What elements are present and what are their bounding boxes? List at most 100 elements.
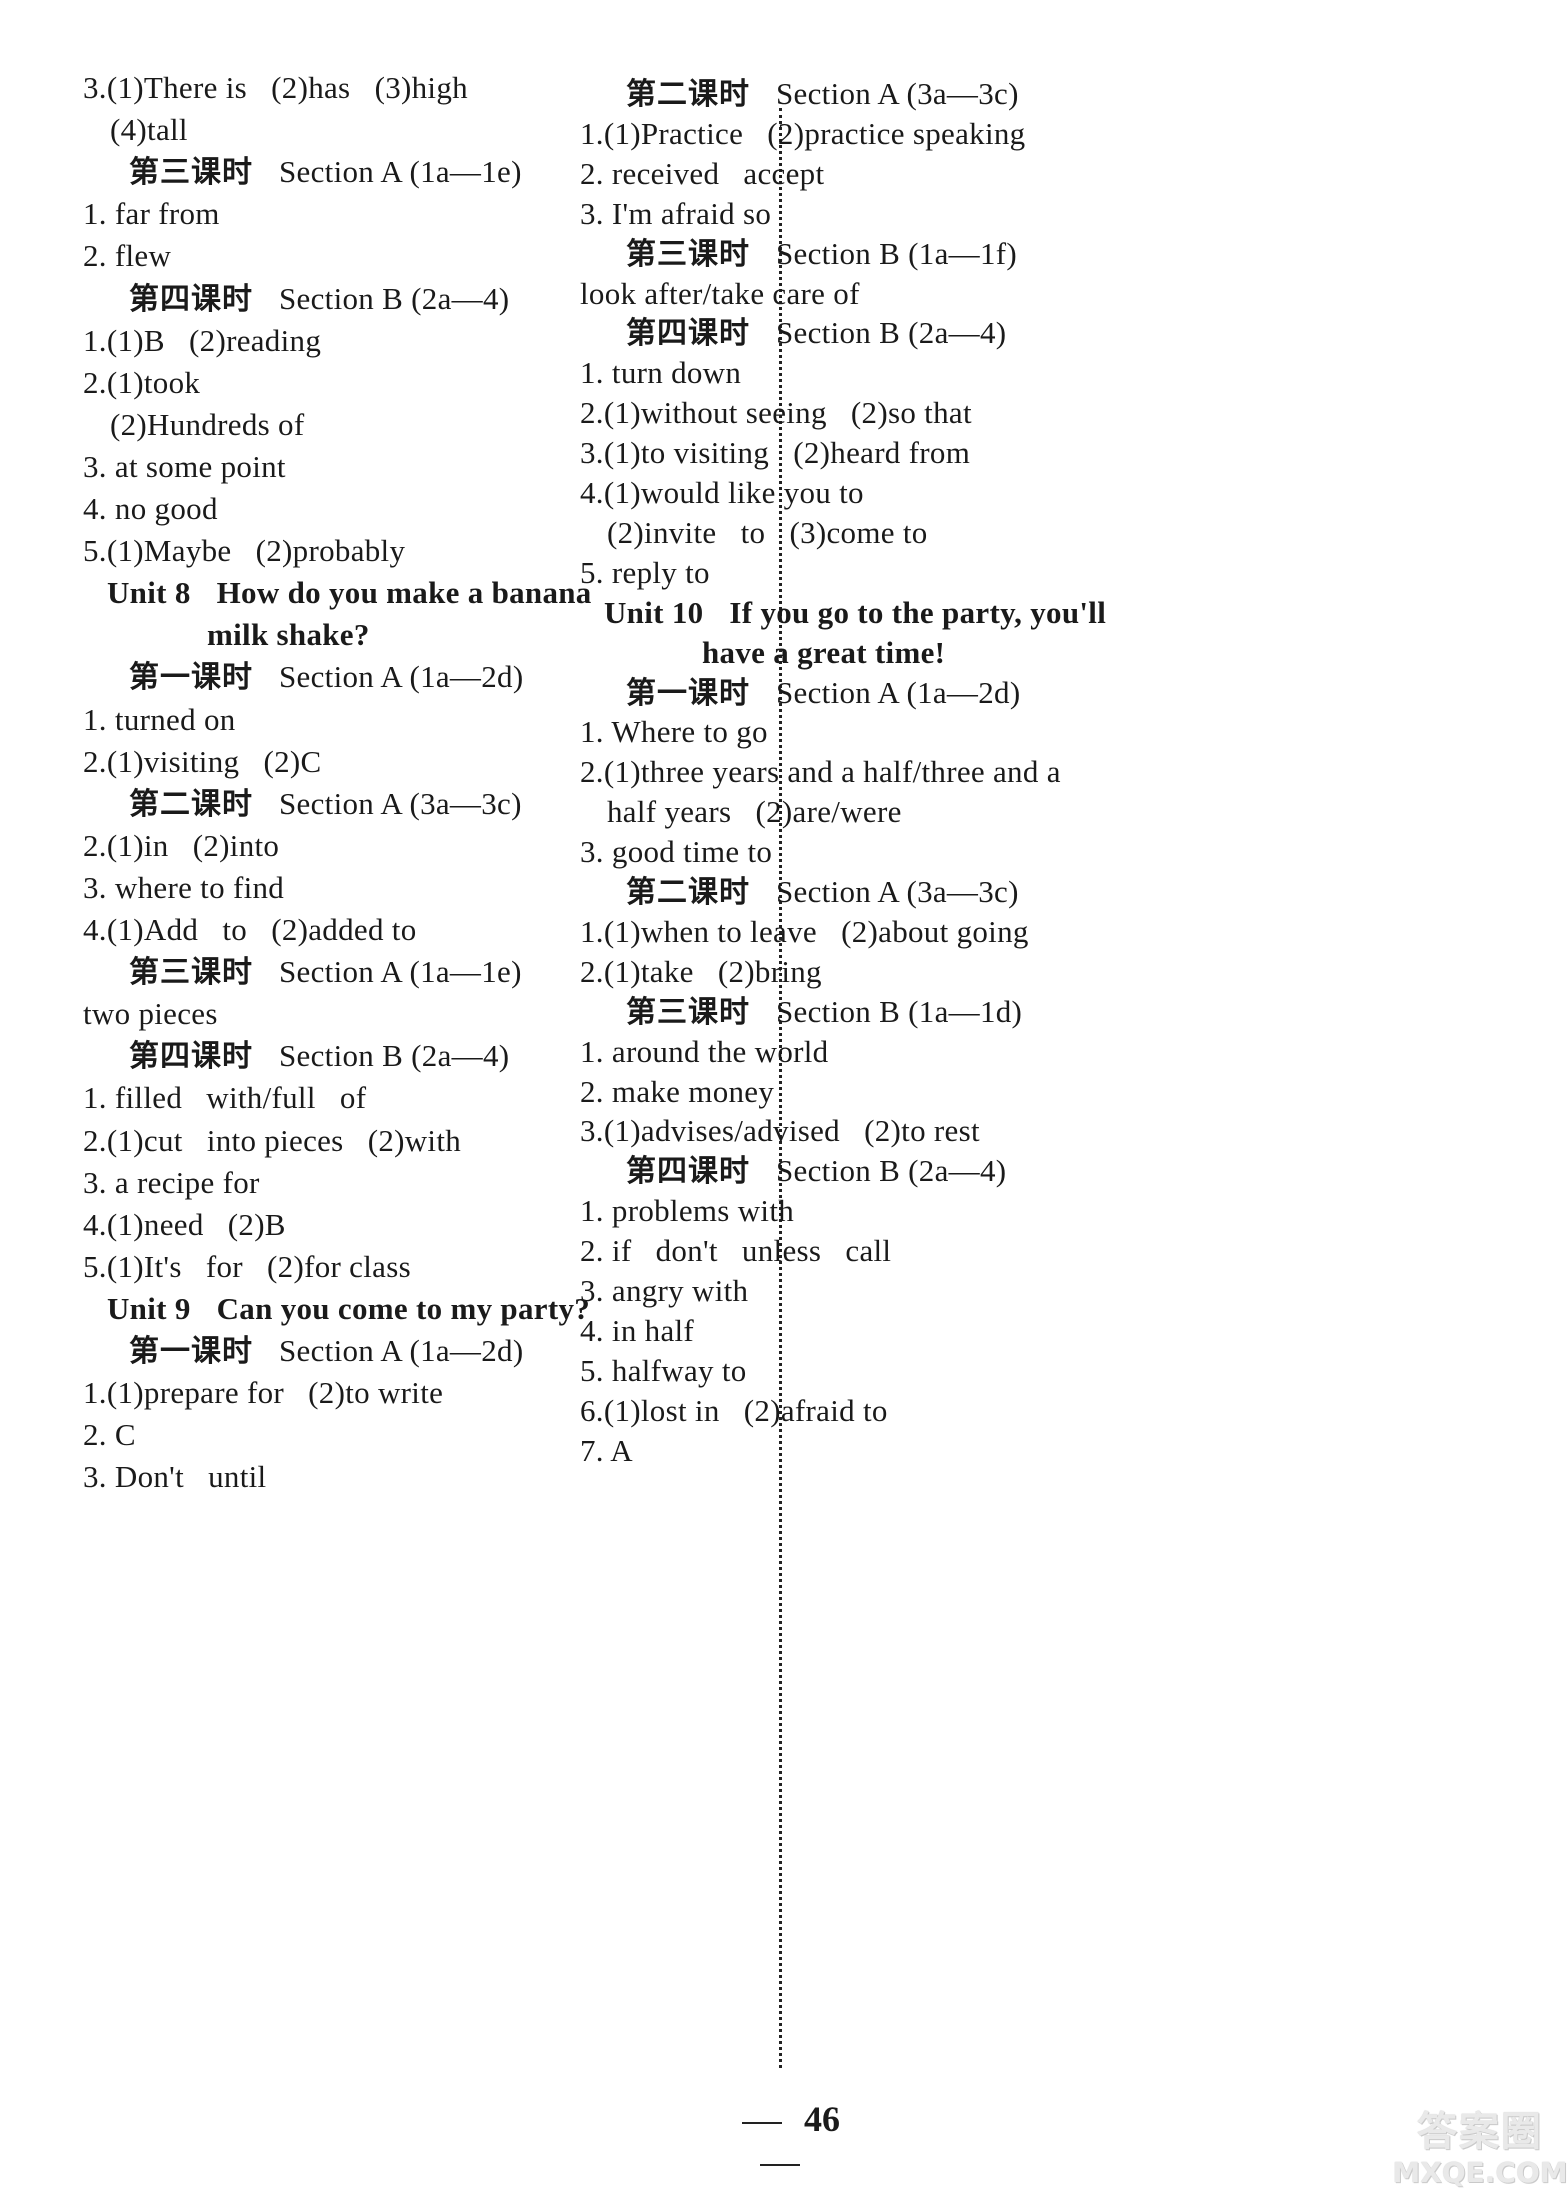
unit-number: Unit 8	[107, 575, 191, 611]
answer-item: 3. I'm afraid so	[580, 195, 772, 231]
lesson-number: 第四课时	[129, 1039, 253, 1075]
answer-item: 3. Don't until	[83, 1459, 267, 1495]
answer-item: 3. good time to	[580, 834, 773, 870]
answer-item: 2.(1)cut into pieces (2)with	[83, 1122, 462, 1158]
lesson-number: 第一课时	[626, 675, 750, 711]
answer-item: 5. reply to	[580, 554, 710, 590]
unit-number: Unit 10	[604, 594, 704, 630]
lesson-section: Section A (3a—3c)	[776, 874, 1019, 909]
unit-heading: Unit 9 Can you come to my party?	[107, 1291, 590, 1327]
lesson-number: 第二课时	[626, 875, 750, 910]
unit-title: How do you make a banana	[216, 575, 592, 611]
lesson-heading: 第四课时 Section B (2a—4)	[626, 1153, 1006, 1190]
unit-title-continuation: have a great time!	[702, 634, 946, 670]
answer-item: 2.(1)in (2)into	[83, 827, 280, 863]
answer-item: 6.(1)lost in (2)afraid to	[580, 1392, 888, 1428]
answer-item: 1.(1)B (2)reading	[83, 322, 322, 358]
answer-item: 1. turn down	[580, 355, 742, 391]
lesson-section: Section B (2a—4)	[776, 1153, 1007, 1189]
answer-item-continuation: (2)Hundreds of	[110, 406, 305, 442]
watermark: 答案圈 MXQE.COM	[1392, 2108, 1568, 2208]
answer-item: 4.(1)Add to (2)added to	[83, 912, 417, 947]
answer-item: 2.(1)visiting (2)C	[83, 743, 322, 779]
answer-item: 1.(1)Practice (2)practice speaking	[580, 115, 1026, 151]
lesson-number: 第三课时	[129, 955, 253, 991]
answer-item-continuation: half years (2)are/were	[607, 794, 902, 830]
answer-item: 2.(1)three years and a half/three and a	[580, 754, 1061, 790]
answer-item: 1. far from	[83, 196, 220, 232]
lesson-section: Section B (2a—4)	[279, 1038, 510, 1074]
lesson-number: 第三课时	[129, 155, 253, 191]
answer-item: 5.(1)It's for (2)for class	[83, 1248, 411, 1284]
answer-item: 7. A	[580, 1432, 633, 1468]
answer-item: 3.(1)to visiting (2)heard from	[580, 435, 971, 471]
answer-item: 2. received accept	[580, 155, 825, 191]
lesson-section: Section A (3a—3c)	[279, 785, 522, 821]
lesson-section: Section B (2a—4)	[279, 280, 510, 316]
lesson-heading: 第四课时 Section B (2a—4)	[129, 1038, 509, 1075]
answer-item: 2. make money	[580, 1073, 775, 1109]
answer-item: 2. C	[83, 1417, 136, 1453]
lesson-heading: 第三课时 Section A (1a—1e)	[129, 954, 522, 991]
answer-item: 1.(1)prepare for (2)to write	[83, 1375, 444, 1411]
lesson-heading: 第三课时 Section A (1a—1e)	[129, 154, 522, 191]
lesson-number: 第二课时	[129, 786, 253, 822]
lesson-heading: 第二课时 Section A (3a—3c)	[626, 76, 1019, 113]
answer-item-continuation: (4)tall	[110, 112, 188, 148]
lesson-heading: 第四课时 Section B (2a—4)	[626, 315, 1006, 352]
unit-title: Can you come to my party?	[216, 1290, 591, 1326]
lesson-heading: 第三课时 Section B (1a—1d)	[626, 994, 1022, 1031]
lesson-heading: 第二课时 Section A (3a—3c)	[129, 786, 522, 823]
answer-item: 3.(1)advises/advised (2)to rest	[580, 1113, 980, 1149]
page-number-dash-right	[760, 2163, 800, 2166]
answer-item: 4.(1)need (2)B	[83, 1206, 286, 1242]
lesson-section: Section A (3a—3c)	[776, 76, 1019, 111]
answer-item-continuation: (2)invite to (3)come to	[607, 514, 928, 550]
page-number-value: 46	[804, 2099, 840, 2139]
answer-item: 5. halfway to	[580, 1352, 747, 1388]
lesson-number: 第四课时	[626, 316, 750, 352]
unit-heading: Unit 8 How do you make a banana	[107, 575, 592, 611]
answer-item: 4. in half	[580, 1312, 695, 1348]
watermark-logo-text: 答案圈	[1417, 2109, 1543, 2155]
unit-title-continuation: milk shake?	[207, 617, 370, 653]
page-number-dash-left	[742, 2121, 782, 2124]
answer-item: two pieces	[83, 996, 218, 1032]
lesson-number: 第二课时	[626, 77, 750, 112]
unit-number: Unit 9	[107, 1290, 191, 1326]
lesson-heading: 第三课时 Section B (1a—1f)	[626, 236, 1017, 273]
answer-item: 2.(1)take (2)bring	[580, 953, 822, 989]
lesson-section: Section B (1a—1f)	[776, 235, 1017, 271]
answer-item: 4. no good	[83, 491, 218, 526]
answer-item: 3. at some point	[83, 448, 286, 484]
answer-item: 1. turned on	[83, 701, 236, 737]
lesson-section: Section A (1a—1e)	[279, 154, 522, 190]
answer-item: 2. flew	[83, 238, 172, 274]
unit-heading: Unit 10 If you go to the party, you'll	[604, 595, 1106, 631]
lesson-number: 第四课时	[129, 281, 253, 317]
answer-item: 2. if don't unless call	[580, 1233, 892, 1269]
lesson-number: 第四课时	[626, 1154, 750, 1190]
watermark-domain: MXQE.COM	[1392, 2156, 1568, 2189]
answer-item: 1. filled with/full of	[83, 1080, 367, 1116]
answer-item: 1. problems with	[580, 1193, 795, 1229]
lesson-section: Section A (1a—2d)	[279, 1333, 524, 1368]
answer-item: 2.(1)took	[83, 364, 201, 400]
lesson-number: 第三课时	[626, 236, 750, 272]
lesson-heading: 第二课时 Section A (3a—3c)	[626, 874, 1019, 911]
lesson-number: 第一课时	[129, 1334, 253, 1369]
answer-item: 5.(1)Maybe (2)probably	[83, 533, 406, 569]
answer-item: 4.(1)would like you to	[580, 475, 864, 510]
lesson-number: 第三课时	[626, 994, 750, 1030]
answer-item: 3. angry with	[580, 1273, 749, 1308]
answer-item: 3. a recipe for	[83, 1164, 260, 1200]
answer-item: 1. around the world	[580, 1033, 829, 1069]
lesson-heading: 第一课时 Section A (1a—2d)	[129, 1333, 523, 1370]
lesson-number: 第一课时	[129, 660, 253, 696]
answer-item: 1. Where to go	[580, 714, 768, 750]
answer-item: 3. where to find	[83, 869, 285, 905]
answer-item: 1.(1)when to leave (2)about going	[580, 913, 1029, 949]
answer-item: 2.(1)without seeing (2)so that	[580, 395, 972, 431]
page-number: 46	[680, 2098, 880, 2182]
lesson-heading: 第四课时 Section B (2a—4)	[129, 281, 509, 318]
